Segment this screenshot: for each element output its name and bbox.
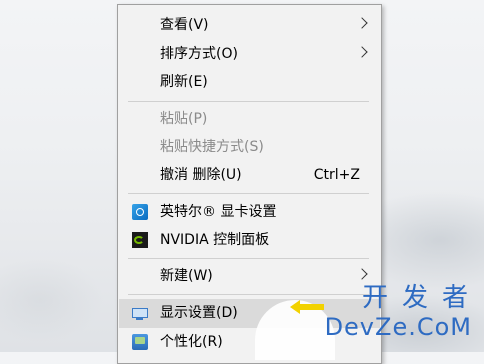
menu-item-label: 个性化(R) bbox=[160, 334, 223, 350]
arrow-left-icon bbox=[290, 300, 324, 314]
menu-item-view[interactable]: 查看(V) bbox=[119, 11, 380, 40]
menu-item-intel-graphics-settings[interactable]: 英特尔® 显卡设置 bbox=[119, 198, 380, 227]
watermark-chinese-text: 开发者 bbox=[361, 283, 482, 313]
watermark-english-text: DevZe.CoM bbox=[324, 313, 472, 341]
personalize-icon bbox=[132, 334, 148, 350]
menu-item-shortcut: Ctrl+Z bbox=[313, 167, 360, 183]
menu-item-label: 排序方式(O) bbox=[160, 46, 238, 62]
chevron-right-icon bbox=[356, 46, 368, 58]
menu-separator bbox=[128, 258, 369, 259]
menu-item-paste-shortcut[interactable]: 粘贴快捷方式(S) bbox=[119, 133, 380, 162]
menu-item-label: 撤消 删除(U) bbox=[160, 167, 242, 183]
menu-item-label: 显示设置(D) bbox=[160, 305, 238, 321]
menu-item-label: 英特尔® 显卡设置 bbox=[160, 204, 277, 220]
menu-item-label: 新建(W) bbox=[160, 268, 213, 284]
menu-separator bbox=[128, 101, 369, 102]
nvidia-icon bbox=[132, 232, 148, 248]
menu-separator bbox=[128, 193, 369, 194]
menu-item-label: 查看(V) bbox=[160, 17, 209, 33]
menu-item-label: 粘贴快捷方式(S) bbox=[160, 139, 264, 155]
site-watermark: 开发者 DevZe.CoM bbox=[325, 283, 472, 341]
menu-item-undo-delete[interactable]: 撤消 删除(U) Ctrl+Z bbox=[119, 161, 380, 190]
menu-item-label: NVIDIA 控制面板 bbox=[160, 232, 270, 248]
intel-graphics-icon bbox=[132, 204, 148, 220]
menu-item-nvidia-control-panel[interactable]: NVIDIA 控制面板 bbox=[119, 226, 380, 255]
chevron-right-icon bbox=[356, 17, 368, 29]
chevron-right-icon bbox=[356, 268, 368, 280]
display-icon bbox=[132, 308, 148, 320]
menu-item-sort-by[interactable]: 排序方式(O) bbox=[119, 40, 380, 69]
menu-item-refresh[interactable]: 刷新(E) bbox=[119, 68, 380, 97]
menu-item-paste[interactable]: 粘贴(P) bbox=[119, 105, 380, 134]
menu-item-label: 粘贴(P) bbox=[160, 111, 208, 127]
menu-item-label: 刷新(E) bbox=[160, 74, 208, 90]
